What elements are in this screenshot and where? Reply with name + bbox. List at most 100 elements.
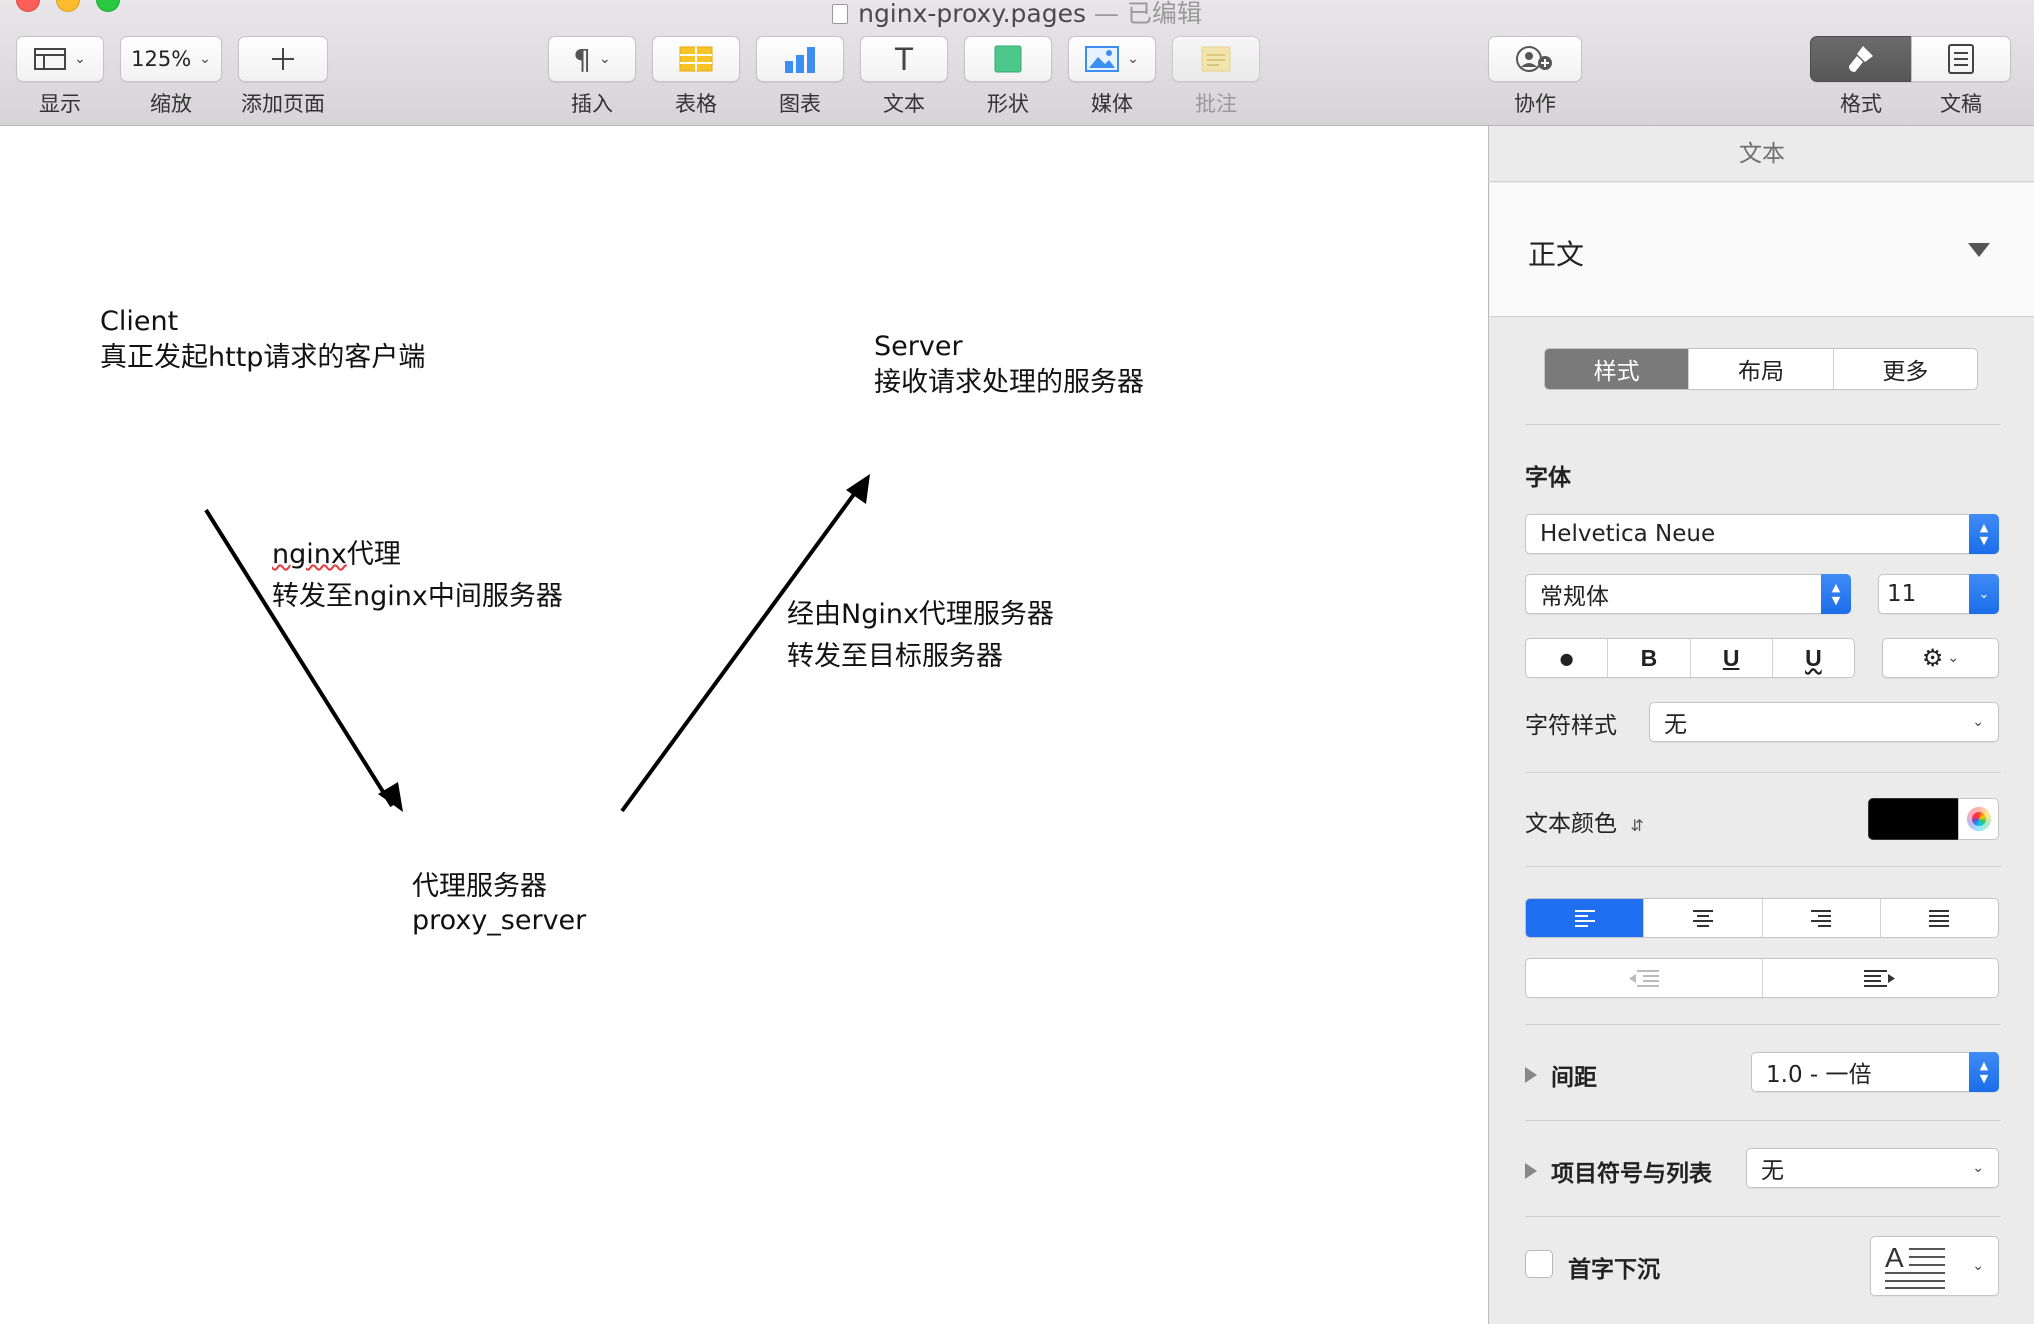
strikethrough-button[interactable]: U bbox=[1773, 639, 1854, 677]
text-color-label-text: 文本颜色 bbox=[1525, 811, 1617, 837]
chevron-down-icon: ⌄ bbox=[1969, 574, 1999, 614]
divider bbox=[1525, 1024, 2001, 1025]
add-page-button[interactable] bbox=[238, 36, 328, 82]
advanced-options-button[interactable]: ⚙ ⌄ bbox=[1882, 638, 1999, 678]
text-style-buttons: ● B U U bbox=[1525, 638, 1855, 678]
spacing-disclosure[interactable]: 间距 bbox=[1525, 1058, 1597, 1092]
client-to-proxy-arrow[interactable] bbox=[204, 508, 403, 812]
zoom-value: 125% bbox=[131, 47, 192, 71]
view-label: 显示 bbox=[39, 92, 81, 116]
triangle-down-icon bbox=[1968, 243, 1990, 257]
table-label: 表格 bbox=[675, 92, 717, 116]
plus-icon bbox=[272, 48, 294, 70]
chevron-down-icon: ⌄ bbox=[74, 51, 86, 67]
dropcap-style-select[interactable]: A ⌄ bbox=[1870, 1236, 1999, 1296]
view-button[interactable]: ⌄ bbox=[16, 36, 104, 82]
tab-more[interactable]: 更多 bbox=[1834, 349, 1977, 389]
add-person-icon bbox=[1516, 46, 1552, 72]
document-icon bbox=[832, 4, 849, 24]
title-separator: — bbox=[1085, 0, 1127, 28]
bullets-select[interactable]: 无 ⌄ bbox=[1746, 1148, 1999, 1188]
dropcap-label: 首字下沉 bbox=[1568, 1257, 1660, 1283]
insert-button[interactable]: ¶ ⌄ bbox=[548, 36, 636, 82]
char-style-select[interactable]: 无 ⌄ bbox=[1649, 702, 1999, 742]
font-family-value: Helvetica Neue bbox=[1540, 521, 1716, 547]
chevron-down-icon: ⌄ bbox=[1972, 1160, 1984, 1176]
comment-note-icon bbox=[1201, 46, 1231, 72]
spacing-select[interactable]: 1.0 - 一倍 ▲ ▼ bbox=[1751, 1052, 1999, 1092]
shape-label: 形状 bbox=[987, 92, 1029, 116]
underline-button[interactable]: U bbox=[1691, 639, 1773, 677]
bullets-value: 无 bbox=[1761, 1158, 1784, 1184]
format-button[interactable] bbox=[1810, 36, 1912, 82]
bullets-disclosure[interactable]: 项目符号与列表 bbox=[1525, 1154, 1712, 1188]
align-left-icon bbox=[1574, 910, 1595, 927]
font-family-select[interactable]: Helvetica Neue ▲ ▼ bbox=[1525, 514, 1999, 554]
font-size-value: 11 bbox=[1887, 581, 1917, 607]
chart-label: 图表 bbox=[779, 92, 821, 116]
bold-button[interactable]: B bbox=[1608, 639, 1691, 677]
chevron-down-icon: ⌄ bbox=[1947, 650, 1960, 666]
updown-stepper-icon: ▲ ▼ bbox=[1821, 574, 1851, 614]
chevron-down-icon: ⌄ bbox=[199, 51, 211, 67]
divider bbox=[1525, 424, 2001, 425]
shape-button[interactable] bbox=[964, 36, 1052, 82]
align-center-button[interactable] bbox=[1644, 899, 1763, 937]
arrows-layer bbox=[204, 474, 870, 813]
file-name: nginx-proxy.pages bbox=[858, 0, 1086, 28]
format-label: 格式 bbox=[1840, 92, 1882, 116]
table-button[interactable] bbox=[652, 36, 740, 82]
collaborate-label: 协作 bbox=[1514, 92, 1556, 116]
disclosure-triangle-icon bbox=[1525, 1163, 1537, 1179]
shape-icon bbox=[994, 45, 1022, 73]
updown-stepper-icon: ▲ ▼ bbox=[1969, 514, 1999, 554]
indent-buttons bbox=[1525, 958, 1999, 998]
title-bar: nginx-proxy.pages — 已编辑 ⌄ 显示 125% ⌄ 缩放 添… bbox=[0, 0, 2034, 126]
tab-layout[interactable]: 布局 bbox=[1689, 349, 1834, 389]
document-label: 文稿 bbox=[1940, 92, 1982, 116]
char-style-value: 无 bbox=[1664, 712, 1687, 738]
align-right-button[interactable] bbox=[1763, 899, 1881, 937]
divider bbox=[1525, 1120, 2001, 1121]
font-section-label: 字体 bbox=[1525, 465, 1571, 491]
document-canvas[interactable]: Client 真正发起http请求的客户端 Server 接收请求处理的服务器 … bbox=[0, 126, 1489, 1324]
comment-button[interactable] bbox=[1172, 36, 1260, 82]
text-color-well[interactable] bbox=[1868, 798, 1959, 840]
edited-status: 已编辑 bbox=[1126, 0, 1202, 28]
increase-indent-button[interactable] bbox=[1763, 959, 1999, 997]
media-label: 媒体 bbox=[1091, 92, 1133, 116]
font-weight-select[interactable]: 常规体 ▲ ▼ bbox=[1525, 574, 1851, 614]
insert-label: 插入 bbox=[571, 92, 613, 116]
tab-style[interactable]: 样式 bbox=[1545, 349, 1690, 389]
align-left-button[interactable] bbox=[1526, 899, 1645, 937]
alignment-buttons bbox=[1525, 898, 1999, 938]
paintbrush-icon bbox=[1849, 46, 1873, 72]
chart-button[interactable] bbox=[756, 36, 844, 82]
collaborate-button[interactable] bbox=[1488, 36, 1582, 82]
dropcap-checkbox[interactable] bbox=[1525, 1250, 1553, 1278]
window-title: nginx-proxy.pages — 已编辑 bbox=[0, 0, 2034, 30]
media-button[interactable]: ⌄ bbox=[1068, 36, 1156, 82]
outdent-icon bbox=[1628, 970, 1659, 987]
text-icon: T bbox=[894, 40, 914, 77]
align-right-icon bbox=[1811, 910, 1832, 927]
text-button[interactable]: T bbox=[860, 36, 948, 82]
document-lines-icon bbox=[1948, 44, 1974, 74]
zoom-select[interactable]: 125% ⌄ bbox=[120, 36, 222, 82]
paragraph-style-select[interactable]: 正文 bbox=[1490, 183, 2034, 317]
color-picker-button[interactable] bbox=[1958, 798, 1999, 840]
svg-text:A: A bbox=[1885, 1243, 1904, 1273]
decrease-indent-button[interactable] bbox=[1526, 959, 1763, 997]
more-text-options-button[interactable]: ● bbox=[1526, 639, 1609, 677]
add-page-label: 添加页面 bbox=[241, 92, 325, 116]
updown-chevron-icon[interactable]: ⇵ bbox=[1630, 816, 1643, 835]
font-size-field[interactable]: 11 ⌄ bbox=[1878, 574, 1999, 614]
document-button[interactable] bbox=[1911, 36, 2011, 82]
proxy-to-server-arrow[interactable] bbox=[620, 474, 870, 813]
indent-icon bbox=[1864, 970, 1896, 987]
updown-stepper-icon: ▲ ▼ bbox=[1969, 1052, 1999, 1092]
bullets-label: 项目符号与列表 bbox=[1551, 1161, 1712, 1187]
format-inspector: 文本 正文 样式 布局 更多 字体 Helvetica Neue ▲ ▼ 常规体 … bbox=[1490, 126, 2034, 1324]
justify-button[interactable] bbox=[1881, 899, 1998, 937]
divider bbox=[1525, 1216, 2001, 1217]
